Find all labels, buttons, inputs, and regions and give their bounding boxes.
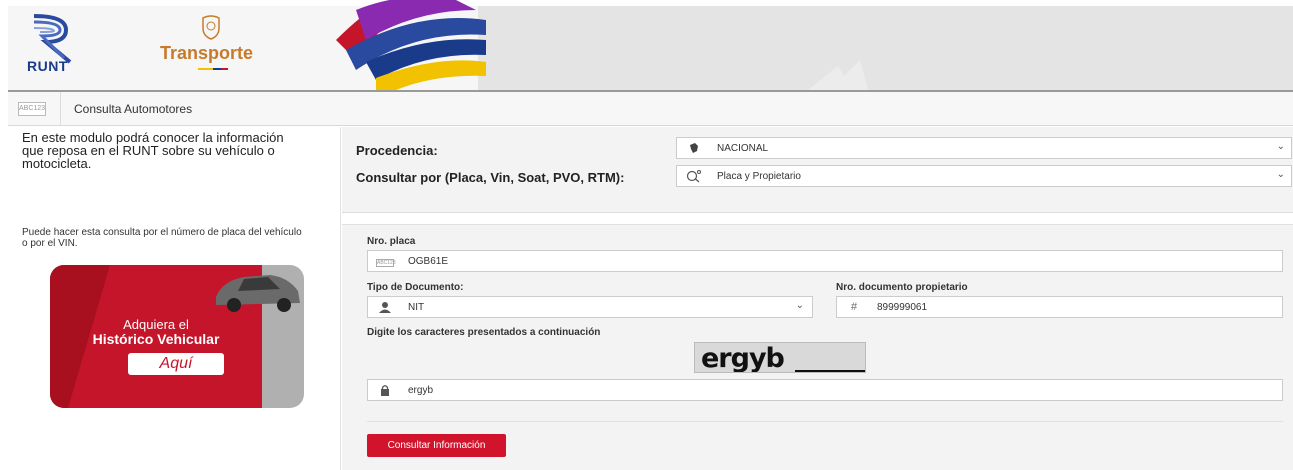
captcha-noise-line [795, 370, 865, 372]
placa-label: Nro. placa [367, 236, 416, 247]
captcha-label: Digite los caracteres presentados a cont… [367, 327, 601, 338]
car-icon [216, 275, 300, 312]
tipo-documento-label: Tipo de Documento: [367, 282, 464, 293]
lock-icon [368, 380, 402, 400]
captcha-image-text: ergyb [701, 343, 785, 373]
consulta-form: Nro. placa ABC123 OGB61E Tipo de Documen… [342, 224, 1293, 470]
consultar-informacion-button[interactable]: Consultar Información [367, 434, 506, 457]
consultar-por-value: Placa y Propietario [717, 171, 801, 182]
runt-logo-text: RUNT [27, 58, 68, 74]
consultar-por-select[interactable]: Placa y Propietario ⌄ [676, 165, 1292, 187]
nro-documento-input[interactable]: # 899999061 [836, 296, 1283, 318]
plate-icon: ABC123 [18, 102, 46, 116]
placa-input[interactable]: ABC123 OGB61E [367, 250, 1283, 272]
nro-documento-value: 899999061 [877, 302, 928, 313]
hint-text: Puede hacer esta consulta por el número … [22, 227, 302, 249]
chevron-down-icon: ⌄ [1276, 169, 1285, 180]
tipo-documento-value: NIT [408, 302, 425, 313]
breadcrumb-separator [60, 92, 61, 126]
decorative-swoosh-icon [336, 0, 486, 90]
breadcrumb: ABC123 Consulta Automotores [8, 92, 1293, 126]
colombia-map-icon [677, 138, 711, 158]
info-column: En este modulo podrá conocer la informac… [8, 127, 341, 470]
transporte-logo-text: Transporte [160, 43, 254, 63]
procedencia-label: Procedencia: [356, 143, 438, 158]
coat-of-arms-icon [202, 15, 220, 40]
captcha-image: ergyb [694, 342, 866, 373]
banner-line2: Histórico Vehicular [92, 331, 220, 347]
captcha-value: ergyb [408, 385, 434, 396]
filters-panel: Procedencia: NACIONAL ⌄ Consultar por (P… [342, 127, 1293, 213]
decorative-shape-icon [808, 60, 868, 90]
search-person-icon [677, 166, 711, 186]
form-divider [367, 421, 1283, 422]
banner-aqui-button[interactable]: Aquí [128, 353, 224, 375]
page-title: Consulta Automotores [74, 102, 193, 116]
procedencia-value: NACIONAL [717, 143, 769, 154]
hash-icon: # [850, 301, 858, 313]
header-right-background [478, 6, 1293, 90]
flag-line [198, 68, 228, 70]
captcha-input[interactable]: ergyb [367, 379, 1283, 401]
consultar-por-label: Consultar por (Placa, Vin, Soat, PVO, RT… [356, 170, 625, 185]
historico-vehicular-banner[interactable]: Adquiera el Histórico Vehicular Aquí [50, 265, 304, 408]
placa-value: OGB61E [408, 256, 449, 267]
procedencia-select[interactable]: NACIONAL ⌄ [676, 137, 1292, 159]
chevron-down-icon: ⌄ [1276, 141, 1285, 152]
chevron-down-icon: ⌄ [795, 300, 804, 311]
plate-icon: ABC123 [376, 259, 396, 267]
banner-line1: Adquiera el [123, 317, 189, 332]
nro-documento-label: Nro. documento propietario [836, 282, 968, 293]
tipo-documento-select[interactable]: NIT ⌄ [367, 296, 813, 318]
intro-text: En este modulo podrá conocer la informac… [22, 130, 284, 171]
user-icon [368, 297, 402, 317]
header: RUNT Transporte [8, 0, 1293, 92]
